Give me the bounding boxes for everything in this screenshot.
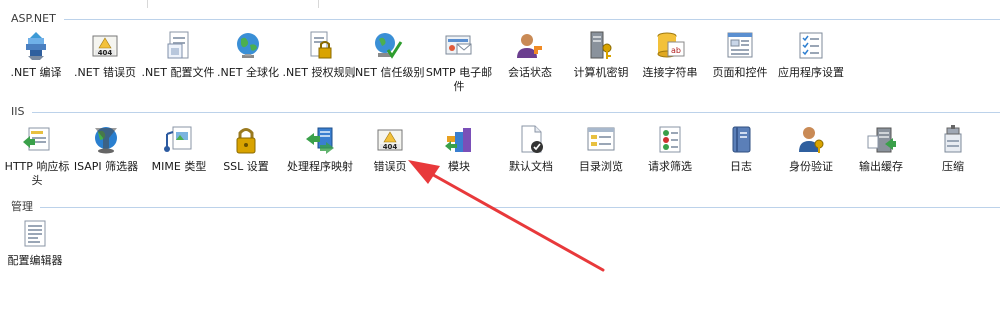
feature-net-authorization[interactable]: .NET 授权规则 <box>281 30 357 80</box>
feature-mime-types[interactable]: MIME 类型 <box>141 124 217 174</box>
feature-label: 连接字符串 <box>642 66 698 79</box>
group-divider <box>40 207 1000 208</box>
feature-label: 默认文档 <box>509 160 553 173</box>
pages-controls-icon <box>724 30 756 62</box>
feature-compression[interactable]: 压缩 <box>915 124 991 174</box>
group-header-aspnet: ASP.NET <box>0 12 1000 26</box>
app-settings-icon <box>795 30 827 62</box>
feature-ssl-settings[interactable]: SSL 设置 <box>208 124 284 174</box>
output-cache-icon <box>865 124 897 156</box>
feature-logging[interactable]: 日志 <box>703 124 779 174</box>
request-filter-icon <box>654 124 686 156</box>
mime-type-icon <box>163 124 195 156</box>
connection-string-icon: ab <box>654 30 686 62</box>
feature-pages-controls[interactable]: 页面和控件 <box>702 30 778 80</box>
feature-label: 计算机密钥 <box>573 66 629 79</box>
feature-label: ISAPI 筛选器 <box>73 160 139 173</box>
feature-label: 日志 <box>730 160 752 173</box>
feature-output-caching[interactable]: 输出缓存 <box>843 124 919 174</box>
feature-label: 输出缓存 <box>859 160 903 173</box>
top-strip <box>0 0 1000 8</box>
group-title: 管理 <box>11 200 33 213</box>
feature-connection-strings[interactable]: ab 连接字符串 <box>632 30 708 80</box>
feature-label: .NET 编译 <box>10 66 62 79</box>
feature-configuration-editor[interactable]: 配置编辑器 <box>0 218 73 268</box>
modules-icon <box>443 124 475 156</box>
logging-icon <box>725 124 757 156</box>
feature-modules[interactable]: 模块 <box>421 124 497 174</box>
feature-authentication[interactable]: 身份验证 <box>773 124 849 174</box>
feature-label: SSL 设置 <box>223 160 269 173</box>
feature-label: 模块 <box>448 160 470 173</box>
error-page-icon: 404 <box>374 124 406 156</box>
session-state-icon <box>514 30 546 62</box>
default-document-icon <box>515 124 547 156</box>
net-profile-icon <box>162 30 194 62</box>
feature-label: .NET 信任级别 <box>351 66 425 79</box>
authentication-icon <box>795 124 827 156</box>
config-editor-icon <box>19 218 51 250</box>
feature-isapi-filters[interactable]: ISAPI 筛选器 <box>68 124 144 174</box>
group-header-iis: IIS <box>0 105 1000 119</box>
group-divider <box>32 112 1000 113</box>
smtp-mail-icon <box>443 30 475 62</box>
feature-label: 请求筛选 <box>648 160 692 173</box>
feature-label: MIME 类型 <box>151 160 207 173</box>
feature-app-settings[interactable]: 应用程序设置 <box>773 30 849 80</box>
net-error-page-icon: 404 <box>89 30 121 62</box>
feature-label: 目录浏览 <box>579 160 623 173</box>
feature-net-profile[interactable]: .NET 配置文件 <box>140 30 216 80</box>
feature-session-state[interactable]: 会话状态 <box>492 30 568 80</box>
feature-label: .NET 授权规则 <box>282 66 356 79</box>
feature-label: .NET 全球化 <box>217 66 279 79</box>
feature-handler-mappings[interactable]: 处理程序映射 <box>282 124 358 174</box>
net-compile-icon <box>20 30 52 62</box>
directory-browsing-icon <box>585 124 617 156</box>
feature-label: 处理程序映射 <box>287 160 353 173</box>
feature-label: 配置编辑器 <box>7 254 63 267</box>
lock-icon <box>230 124 262 156</box>
trust-level-icon <box>372 30 404 62</box>
feature-net-globalization[interactable]: .NET 全球化 <box>210 30 286 80</box>
feature-label: 身份验证 <box>789 160 833 173</box>
feature-label: 压缩 <box>942 160 964 173</box>
badge-404: 404 <box>97 49 113 57</box>
compression-icon <box>937 124 969 156</box>
feature-label: 错误页 <box>373 160 407 173</box>
feature-label: 会话状态 <box>508 66 552 79</box>
handler-mapping-icon <box>304 124 336 156</box>
feature-net-compile[interactable]: .NET 编译 <box>0 30 74 80</box>
feature-directory-browsing[interactable]: 目录浏览 <box>563 124 639 174</box>
svg-text:ab: ab <box>671 46 681 55</box>
globe-icon <box>232 30 264 62</box>
feature-label: .NET 错误页 <box>74 66 136 79</box>
top-strip-divider <box>318 0 319 8</box>
feature-label: 应用程序设置 <box>778 66 844 79</box>
group-divider <box>64 19 1000 20</box>
feature-machine-key[interactable]: 计算机密钥 <box>563 30 639 80</box>
feature-net-trust-level[interactable]: .NET 信任级别 <box>350 30 426 80</box>
feature-default-document[interactable]: 默认文档 <box>493 124 569 174</box>
feature-request-filtering[interactable]: 请求筛选 <box>632 124 708 174</box>
machine-key-icon <box>585 30 617 62</box>
feature-error-pages[interactable]: 404 错误页 <box>352 124 428 174</box>
feature-label: SMTP 电子邮件 <box>425 66 493 93</box>
http-headers-icon <box>21 124 53 156</box>
top-strip-tab <box>0 0 148 8</box>
feature-smtp-email[interactable]: SMTP 电子邮件 <box>421 30 497 94</box>
feature-label: .NET 配置文件 <box>141 66 215 79</box>
feature-net-error-pages[interactable]: 404 .NET 错误页 <box>67 30 143 80</box>
group-header-management: 管理 <box>0 200 1000 214</box>
authorization-icon <box>303 30 335 62</box>
group-title: ASP.NET <box>11 12 56 25</box>
group-title: IIS <box>11 105 25 118</box>
feature-http-response-headers[interactable]: HTTP 响应标头 <box>0 124 75 188</box>
feature-label: 页面和控件 <box>712 66 768 79</box>
isapi-filter-icon <box>90 124 122 156</box>
feature-label: HTTP 响应标头 <box>4 160 70 187</box>
badge-404: 404 <box>382 143 398 151</box>
